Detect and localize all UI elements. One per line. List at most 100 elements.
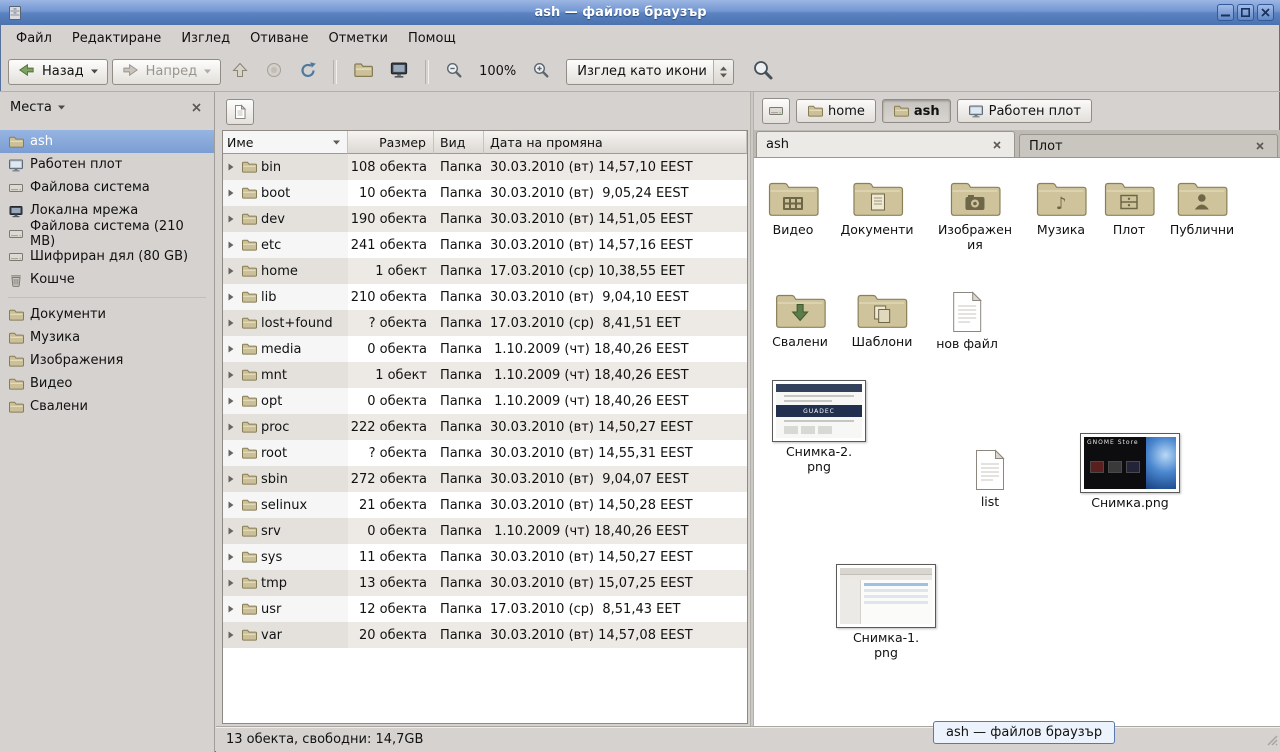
reload-button[interactable] [293, 59, 323, 85]
table-row[interactable]: lib210 обектаПапка30.03.2010 (вт) 9,04,1… [223, 284, 747, 310]
minimize-button[interactable] [1217, 4, 1234, 21]
icon-item[interactable]: list [972, 448, 1008, 510]
table-row[interactable]: dev190 обектаПапка30.03.2010 (вт) 14,51,… [223, 206, 747, 232]
expander-icon[interactable] [227, 370, 237, 380]
icon-item[interactable]: Публични [1170, 178, 1234, 238]
menu-item-0[interactable]: Файл [6, 27, 62, 50]
back-button[interactable]: Назад [8, 59, 108, 85]
table-row[interactable]: home1 обектПапка17.03.2010 (ср) 10,38,55… [223, 258, 747, 284]
sidebar-item[interactable]: Кошче [0, 268, 214, 291]
expander-icon[interactable] [227, 344, 237, 354]
menu-item-2[interactable]: Изглед [171, 27, 240, 50]
table-row[interactable]: opt0 обектаПапка 1.10.2009 (чт) 18,40,26… [223, 388, 747, 414]
sidebar-item[interactable]: ash [0, 130, 214, 153]
titlebar[interactable]: ash — файлов браузър [0, 0, 1280, 25]
table-row[interactable]: sys11 обектаПапка30.03.2010 (вт) 14,50,2… [223, 544, 747, 570]
expander-icon[interactable] [227, 422, 237, 432]
table-row[interactable]: lost+found? обектаПапка17.03.2010 (ср) 8… [223, 310, 747, 336]
path-root-button[interactable] [762, 98, 790, 124]
sidebar-item[interactable]: Свалени [0, 395, 214, 418]
back-history-chevron-icon[interactable] [90, 64, 99, 79]
sidebar-item[interactable]: Файлова система (210 MB) [0, 222, 214, 245]
table-row[interactable]: tmp13 обектаПапка30.03.2010 (вт) 15,07,2… [223, 570, 747, 596]
maximize-button[interactable] [1237, 4, 1254, 21]
tab[interactable]: Плот [1019, 134, 1278, 157]
expander-icon[interactable] [227, 604, 237, 614]
path-button[interactable]: ash [882, 99, 951, 123]
chevron-down-icon[interactable] [57, 100, 66, 115]
sidebar-item[interactable]: Файлова система [0, 176, 214, 199]
sidebar-close-button[interactable] [188, 99, 204, 115]
sidebar-item[interactable]: Музика [0, 326, 214, 349]
expander-icon[interactable] [227, 318, 237, 328]
sidebar-item[interactable]: Изображения [0, 349, 214, 372]
close-button[interactable] [1257, 4, 1274, 21]
pane-location-button[interactable] [226, 99, 254, 125]
icon-item[interactable]: GNOME StoreСнимка.png [1080, 433, 1180, 511]
table-row[interactable]: sbin272 обектаПапка30.03.2010 (вт) 9,04,… [223, 466, 747, 492]
expander-icon[interactable] [227, 240, 237, 250]
icon-item[interactable]: Снимка-1. png [836, 564, 936, 661]
tab-close-button[interactable] [989, 137, 1005, 153]
search-button[interactable] [746, 59, 780, 85]
expander-icon[interactable] [227, 552, 237, 562]
table-row[interactable]: boot10 обектаПапка30.03.2010 (вт) 9,05,2… [223, 180, 747, 206]
sidebar-item[interactable]: Видео [0, 372, 214, 395]
table-row[interactable]: var20 обектаПапка30.03.2010 (вт) 14,57,0… [223, 622, 747, 648]
menu-item-1[interactable]: Редактиране [62, 27, 171, 50]
table-row[interactable]: bin108 обектаПапка30.03.2010 (вт) 14,57,… [223, 154, 747, 180]
home-button[interactable] [347, 59, 379, 85]
table-row[interactable]: mnt1 обектПапка 1.10.2009 (чт) 18,40,26 … [223, 362, 747, 388]
icon-item[interactable]: Шаблони [852, 290, 913, 350]
icon-item[interactable]: ♪Музика [1034, 178, 1088, 238]
table-row[interactable]: etc241 обектаПапка30.03.2010 (вт) 14,57,… [223, 232, 747, 258]
path-button[interactable]: home [796, 99, 876, 123]
expander-icon[interactable] [227, 448, 237, 458]
column-header[interactable]: Размер [348, 131, 434, 154]
icon-item[interactable]: Изображен ия [938, 178, 1012, 253]
expander-icon[interactable] [227, 474, 237, 484]
icon-item[interactable]: Видео [766, 178, 820, 238]
icon-item[interactable]: Документи [840, 178, 913, 238]
expander-icon[interactable] [227, 292, 237, 302]
expander-icon[interactable] [227, 188, 237, 198]
icon-item[interactable]: GUADECСнимка-2. png [772, 380, 866, 475]
table-row[interactable]: selinux21 обектаПапка30.03.2010 (вт) 14,… [223, 492, 747, 518]
column-header[interactable]: Вид [434, 131, 484, 154]
sidebar-item[interactable]: Шифриран дял (80 GB) [0, 245, 214, 268]
table-row[interactable]: proc222 обектаПапка30.03.2010 (вт) 14,50… [223, 414, 747, 440]
menu-item-3[interactable]: Отиване [240, 27, 318, 50]
column-header[interactable]: Дата на промяна [484, 131, 747, 154]
expander-icon[interactable] [227, 162, 237, 172]
expander-icon[interactable] [227, 396, 237, 406]
expander-icon[interactable] [227, 500, 237, 510]
sidebar-title[interactable]: Места [10, 100, 52, 115]
path-button[interactable]: Работен плот [957, 99, 1092, 123]
table-row[interactable]: media0 обектаПапка 1.10.2009 (чт) 18,40,… [223, 336, 747, 362]
forward-button[interactable]: Напред [112, 59, 221, 85]
resize-grip[interactable] [1265, 733, 1278, 750]
menu-item-4[interactable]: Отметки [318, 27, 397, 50]
expander-icon[interactable] [227, 266, 237, 276]
sidebar-item[interactable]: Работен плот [0, 153, 214, 176]
zoom-out-button[interactable] [439, 59, 469, 85]
tab-close-button[interactable] [1252, 138, 1268, 154]
icon-canvas[interactable]: ВидеоДокументиИзображен ия♪МузикаПлотПуб… [754, 158, 1280, 726]
tab[interactable]: ash [756, 131, 1015, 157]
expander-icon[interactable] [227, 526, 237, 536]
expander-icon[interactable] [227, 214, 237, 224]
sidebar-item[interactable]: Документи [0, 303, 214, 326]
stop-button[interactable] [259, 59, 289, 85]
menu-item-5[interactable]: Помощ [398, 27, 466, 50]
expander-icon[interactable] [227, 578, 237, 588]
icon-item[interactable]: Свалени [772, 290, 828, 350]
table-row[interactable]: root? обектаПапка30.03.2010 (вт) 14,55,3… [223, 440, 747, 466]
zoom-in-button[interactable] [526, 59, 556, 85]
view-mode-select[interactable]: Изглед като икони [566, 59, 734, 85]
column-header[interactable]: Име [223, 131, 348, 154]
table-row[interactable]: usr12 обектаПапка17.03.2010 (ср) 8,51,43… [223, 596, 747, 622]
spinner-arrows-icon[interactable] [713, 60, 733, 84]
expander-icon[interactable] [227, 630, 237, 640]
table-row[interactable]: srv0 обектаПапка 1.10.2009 (чт) 18,40,26… [223, 518, 747, 544]
up-button[interactable] [225, 59, 255, 85]
